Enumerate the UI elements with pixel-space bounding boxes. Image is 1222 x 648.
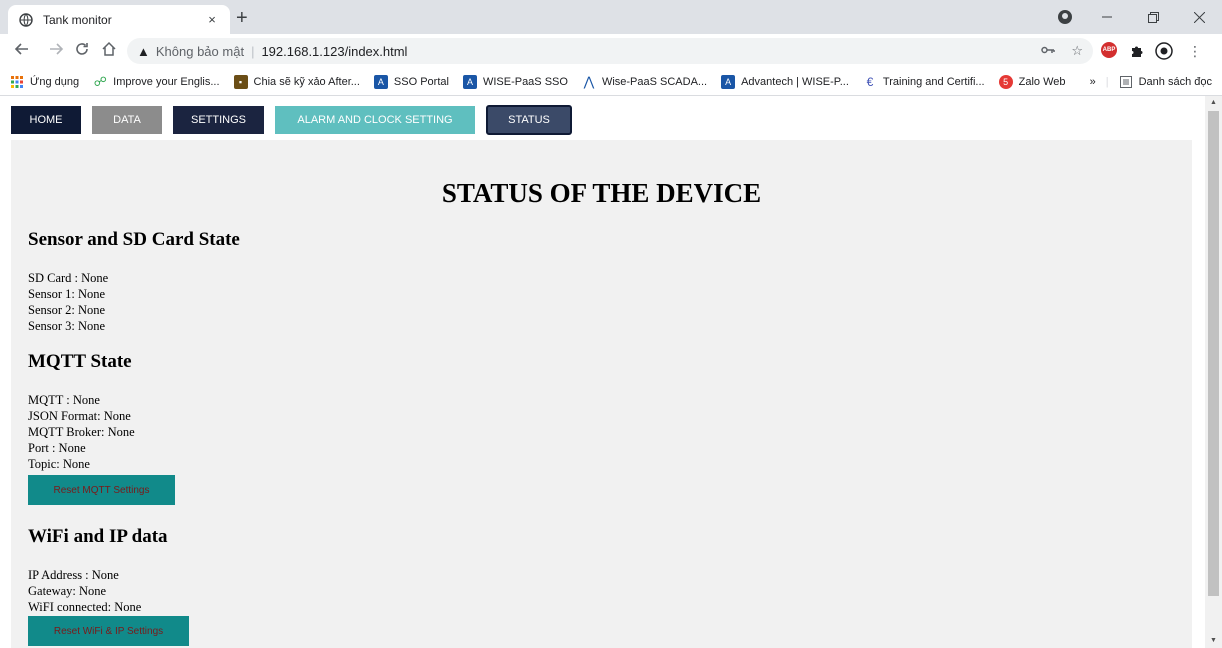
- bookmark-label: WISE-PaaS SSO: [482, 75, 568, 88]
- reading-list-label: Danh sách đọc: [1138, 76, 1212, 88]
- sensor-2-status: Sensor 2: None: [28, 303, 106, 317]
- json-format-status: JSON Format: None: [28, 409, 131, 423]
- advantech-a-icon: A: [721, 74, 736, 89]
- bookmark-label: SSO Portal: [393, 75, 449, 88]
- reset-wifi-button[interactable]: Reset WiFi & IP Settings: [28, 616, 189, 646]
- new-tab-button[interactable]: +: [236, 8, 248, 28]
- nav-status-link[interactable]: STATUS: [486, 105, 572, 135]
- url-text[interactable]: 192.168.1.123/index.html: [261, 44, 407, 59]
- nav-alarm-clock-link[interactable]: ALARM AND CLOCK SETTING: [275, 106, 475, 134]
- browser-tab[interactable]: Tank monitor ×: [8, 5, 230, 34]
- mqtt-broker-status: MQTT Broker: None: [28, 425, 135, 439]
- adblock-icon[interactable]: ABP: [1101, 42, 1117, 58]
- page-title: STATUS OF THE DEVICE: [441, 178, 762, 208]
- bookmark-label: Zalo Web: [1018, 75, 1066, 88]
- video-icon: ▪: [233, 74, 248, 89]
- minimize-icon[interactable]: [1084, 0, 1130, 34]
- bookmark-label: Chia sẽ kỹ xảo After...: [253, 75, 360, 88]
- back-arrow-icon[interactable]: [12, 41, 32, 61]
- wifi-section-heading: WiFi and IP data: [28, 526, 168, 547]
- reading-list-icon: [1119, 75, 1133, 89]
- nav-data-link[interactable]: DATA: [92, 106, 162, 134]
- extensions-puzzle-icon[interactable]: [1128, 42, 1146, 60]
- mqtt-status: MQTT : None: [28, 393, 100, 407]
- window-controls: [1058, 0, 1222, 34]
- sensor-1-status: Sensor 1: None: [28, 287, 106, 301]
- bookmark-label: Wise-PaaS SCADA...: [601, 75, 708, 88]
- address-bar[interactable]: ▲ Không bảo mật | 192.168.1.123/index.ht…: [127, 38, 1093, 64]
- page-scrollbar[interactable]: ▲ ▼: [1205, 96, 1222, 648]
- wifi-connected-status: WiFI connected: None: [28, 600, 142, 614]
- tab-title: Tank monitor: [43, 12, 112, 27]
- restore-icon[interactable]: [1130, 0, 1176, 34]
- nav-settings-link[interactable]: SETTINGS: [173, 106, 264, 134]
- port-status: Port : None: [28, 441, 86, 455]
- browser-toolbar: ▲ Không bảo mật | 192.168.1.123/index.ht…: [0, 34, 1222, 68]
- ip-address-status: IP Address : None: [28, 568, 119, 582]
- bookmark-item[interactable]: € Training and Certifi...: [863, 75, 985, 89]
- bookmark-item[interactable]: Ứng dụng: [10, 75, 79, 89]
- warning-icon[interactable]: ▲: [137, 44, 150, 59]
- advantech-logo-icon: ⋀: [583, 73, 595, 89]
- bookmark-item[interactable]: ⋀ Wise-PaaS SCADA...: [582, 73, 708, 89]
- reload-icon[interactable]: [72, 41, 92, 61]
- bookmark-item[interactable]: A SSO Portal: [373, 74, 449, 89]
- apps-grid-icon: [10, 75, 24, 89]
- zalo-icon: 5: [998, 74, 1013, 89]
- bookmark-label: Ứng dụng: [30, 75, 80, 88]
- bookmarks-overflow-icon[interactable]: »: [1090, 76, 1096, 88]
- bookmark-label: Improve your Englis...: [113, 75, 220, 88]
- menu-kebab-icon[interactable]: ⋮: [1186, 42, 1204, 60]
- scroll-down-icon[interactable]: ▼: [1205, 634, 1222, 648]
- mqtt-section-heading: MQTT State: [28, 351, 132, 372]
- reading-list-button[interactable]: Danh sách đọc: [1119, 75, 1212, 89]
- sd-card-status: SD Card : None: [28, 271, 109, 285]
- reset-mqtt-button[interactable]: Reset MQTT Settings: [28, 475, 175, 505]
- close-window-icon[interactable]: [1176, 0, 1222, 34]
- training-icon: €: [866, 74, 874, 89]
- url-separator: |: [251, 43, 255, 59]
- globe-icon: [18, 12, 34, 28]
- tab-close-icon[interactable]: ×: [204, 12, 220, 27]
- bookmarks-bar: Ứng dụng ☍ Improve your Englis... ▪ Chia…: [0, 68, 1222, 96]
- tab-strip: Tank monitor × +: [0, 0, 1222, 34]
- bookmark-item[interactable]: A Advantech | WISE-P...: [721, 74, 849, 89]
- bookmark-label: Training and Certifi...: [882, 75, 985, 88]
- scroll-thumb[interactable]: [1208, 111, 1219, 596]
- advantech-a-icon: A: [462, 74, 477, 89]
- bookmark-label: Advantech | WISE-P...: [741, 75, 849, 88]
- topic-status: Topic: None: [28, 457, 90, 471]
- profile-icon[interactable]: [1058, 10, 1072, 24]
- scroll-up-icon[interactable]: ▲: [1205, 96, 1222, 110]
- bookmark-item[interactable]: ▪ Chia sẽ kỹ xảo After...: [233, 74, 360, 89]
- bookmark-item[interactable]: A WISE-PaaS SSO: [462, 74, 568, 89]
- status-panel: STATUS OF THE DEVICE Sensor and SD Card …: [11, 140, 1192, 648]
- gateway-status: Gateway: None: [28, 584, 107, 598]
- sensor-section-heading: Sensor and SD Card State: [28, 229, 240, 250]
- advantech-a-icon: A: [373, 74, 388, 89]
- people-icon: ☍: [93, 73, 107, 89]
- key-icon[interactable]: [1041, 43, 1056, 59]
- security-label[interactable]: Không bảo mật: [156, 44, 244, 59]
- star-icon[interactable]: ☆: [1071, 43, 1083, 59]
- media-extension-icon[interactable]: [1155, 42, 1173, 60]
- site-navbar: HOME DATA SETTINGS ALARM AND CLOCK SETTI…: [11, 105, 572, 135]
- forward-arrow-icon[interactable]: [46, 41, 66, 61]
- page-viewport: HOME DATA SETTINGS ALARM AND CLOCK SETTI…: [0, 96, 1222, 648]
- bookmark-item[interactable]: ☍ Improve your Englis...: [93, 73, 220, 89]
- home-icon[interactable]: [99, 41, 119, 61]
- bookmark-item[interactable]: 5 Zalo Web: [998, 74, 1066, 89]
- sensor-3-status: Sensor 3: None: [28, 319, 106, 333]
- nav-home-link[interactable]: HOME: [11, 106, 81, 134]
